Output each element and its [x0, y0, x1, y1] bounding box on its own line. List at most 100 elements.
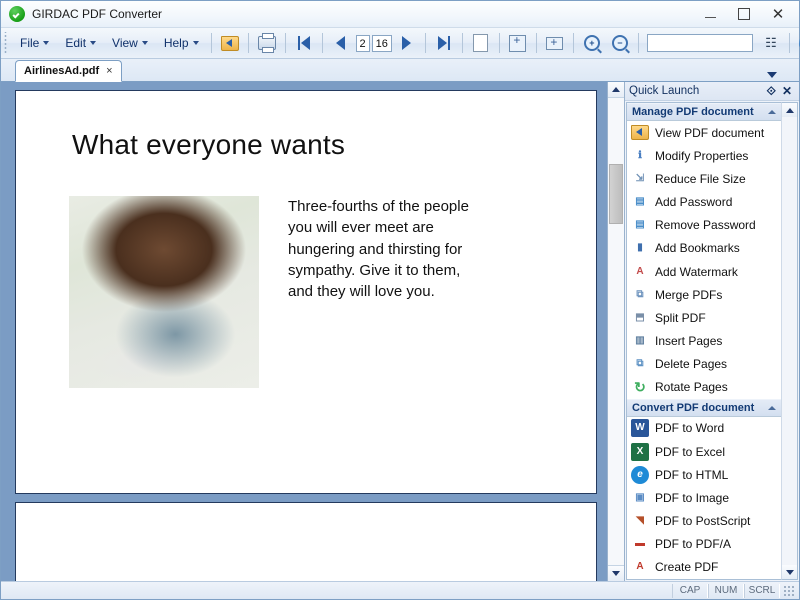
item-label: Insert Pages — [655, 334, 722, 348]
menu-view[interactable]: View — [105, 32, 155, 54]
menu-help[interactable]: Help — [157, 32, 206, 54]
item-label: Split PDF — [655, 311, 706, 325]
panel-scroll-down-button[interactable] — [782, 565, 797, 579]
resize-grip-icon[interactable] — [783, 585, 795, 597]
quick-launch-item-pdf-to-html[interactable]: e PDF to HTML — [627, 463, 781, 486]
scroll-down-button[interactable] — [608, 565, 624, 581]
quick-launch-item-modify-properties[interactable]: ℹ Modify Properties — [627, 144, 781, 167]
maximize-button[interactable] — [727, 3, 761, 25]
pdf-page-next[interactable] — [15, 502, 597, 581]
toolbar-separator — [789, 33, 790, 53]
next-page-icon — [402, 36, 411, 50]
delete-pages-icon: ⧉ — [631, 355, 649, 373]
watermark-icon: A — [631, 263, 649, 281]
panel-scroll-up-button[interactable] — [782, 103, 797, 117]
quick-launch-item-create-pdf[interactable]: A Create PDF — [627, 556, 781, 579]
current-page-input[interactable]: 2 — [356, 35, 370, 52]
quick-launch-item-reduce-file-size[interactable]: ⇲ Reduce File Size — [627, 167, 781, 190]
section-header-manage-pdf-document[interactable]: Manage PDF document — [627, 103, 781, 121]
menu-file[interactable]: File — [13, 32, 56, 54]
pin-icon[interactable]: ⟐ — [763, 85, 778, 97]
section-header-convert-pdf-document[interactable]: Convert PDF document — [627, 399, 781, 417]
quick-launch-item-rotate-pages[interactable]: ↻ Rotate Pages — [627, 376, 781, 399]
excel-icon: X — [631, 443, 649, 461]
zoom-out-icon: − — [612, 35, 628, 51]
menu-view-label: View — [112, 36, 138, 50]
find-button[interactable]: ☷ — [757, 30, 785, 56]
chevron-down-icon — [786, 570, 794, 575]
first-page-button[interactable] — [290, 30, 318, 56]
minimize-button[interactable] — [693, 3, 727, 25]
fit-width-button[interactable] — [541, 30, 569, 56]
fit-page-button[interactable] — [504, 30, 532, 56]
scroll-up-button[interactable] — [608, 82, 624, 98]
toolbar-separator — [462, 33, 463, 53]
previous-page-icon — [336, 36, 345, 50]
toolbar-grip[interactable] — [3, 32, 10, 54]
zoom-in-icon: + — [584, 35, 600, 51]
item-label: Add Bookmarks — [655, 241, 740, 255]
menu-file-label: File — [20, 36, 39, 50]
quick-launch-item-delete-pages[interactable]: ⧉ Delete Pages — [627, 353, 781, 376]
zoom-in-button[interactable]: + — [578, 30, 606, 56]
split-document-icon: ⬒ — [631, 309, 649, 327]
quick-launch-item-insert-pages[interactable]: ▥ Insert Pages — [627, 329, 781, 352]
document-scrollbar[interactable] — [607, 82, 624, 581]
item-label: Rotate Pages — [655, 380, 728, 394]
close-icon[interactable]: ✕ — [779, 85, 795, 97]
toolbar-separator — [573, 33, 574, 53]
quick-launch-item-add-password[interactable]: ▤ Add Password — [627, 190, 781, 213]
search-input[interactable] — [647, 34, 753, 52]
insert-pages-icon: ▥ — [631, 332, 649, 350]
quick-launch-item-pdf-to-image[interactable]: ▣ PDF to Image — [627, 486, 781, 509]
quick-launch-item-pdf-to-pdfa[interactable]: ▬ PDF to PDF/A — [627, 533, 781, 556]
previous-page-button[interactable] — [327, 30, 355, 56]
page-title: What everyone wants — [72, 129, 345, 161]
toolbar-separator — [536, 33, 537, 53]
quick-launch-item-add-watermark[interactable]: A Add Watermark — [627, 260, 781, 283]
info-button[interactable]: i — [794, 30, 800, 56]
menu-edit[interactable]: Edit — [58, 32, 103, 54]
section-title: Manage PDF document — [632, 106, 754, 118]
collapse-chevron-icon[interactable] — [768, 406, 776, 410]
print-button[interactable] — [253, 30, 281, 56]
quick-launch-item-split-pdf[interactable]: ⬒ Split PDF — [627, 306, 781, 329]
pdf-page-current[interactable]: What everyone wants Three-fourths of the… — [15, 90, 597, 494]
quick-launch-item-view-pdf-document[interactable]: View PDF document — [627, 121, 781, 144]
quick-launch-item-pdf-to-word[interactable]: W PDF to Word — [627, 417, 781, 440]
compress-icon: ⇲ — [631, 170, 649, 188]
fit-page-icon — [509, 35, 526, 52]
last-page-button[interactable] — [430, 30, 458, 56]
pdfa-icon: ▬ — [631, 535, 649, 553]
new-page-button[interactable] — [467, 30, 495, 56]
next-page-button[interactable] — [393, 30, 421, 56]
zoom-out-button[interactable]: − — [606, 30, 634, 56]
last-page-icon — [438, 36, 450, 50]
scrollbar-thumb[interactable] — [609, 164, 623, 224]
quick-launch-item-remove-password[interactable]: ▤ Remove Password — [627, 214, 781, 237]
toolbar-separator — [638, 33, 639, 53]
close-button[interactable]: ✕ — [761, 3, 795, 25]
collapse-chevron-icon[interactable] — [768, 110, 776, 114]
item-label: Merge PDFs — [655, 288, 722, 302]
lock-remove-icon: ▤ — [631, 216, 649, 234]
quick-launch-body: Manage PDF document View PDF document ℹ … — [625, 101, 799, 581]
quick-launch-item-pdf-to-excel[interactable]: X PDF to Excel — [627, 440, 781, 463]
item-label: Create PDF — [655, 560, 718, 574]
quick-launch-list: Manage PDF document View PDF document ℹ … — [626, 102, 781, 580]
quick-launch-panel: Quick Launch ⟐ ✕ Manage PDF document Vie… — [624, 82, 799, 581]
chevron-down-icon — [142, 41, 148, 45]
item-label: Add Watermark — [655, 265, 738, 279]
window-title: GIRDAC PDF Converter — [32, 7, 162, 21]
quick-launch-header: Quick Launch ⟐ ✕ — [625, 82, 799, 101]
title-bar: GIRDAC PDF Converter ✕ — [1, 1, 799, 28]
open-document-button[interactable] — [216, 30, 244, 56]
tab-list-dropdown-icon[interactable] — [767, 72, 777, 78]
item-label: PDF to Image — [655, 491, 729, 505]
quick-launch-item-add-bookmarks[interactable]: ▮ Add Bookmarks — [627, 237, 781, 260]
quick-launch-scrollbar[interactable] — [781, 102, 798, 580]
quick-launch-item-pdf-to-postscript[interactable]: ◥ PDF to PostScript — [627, 510, 781, 533]
tab-airlinesad-pdf[interactable]: AirlinesAd.pdf × — [15, 60, 122, 82]
close-icon[interactable]: × — [106, 65, 112, 77]
quick-launch-item-merge-pdfs[interactable]: ⧉ Merge PDFs — [627, 283, 781, 306]
